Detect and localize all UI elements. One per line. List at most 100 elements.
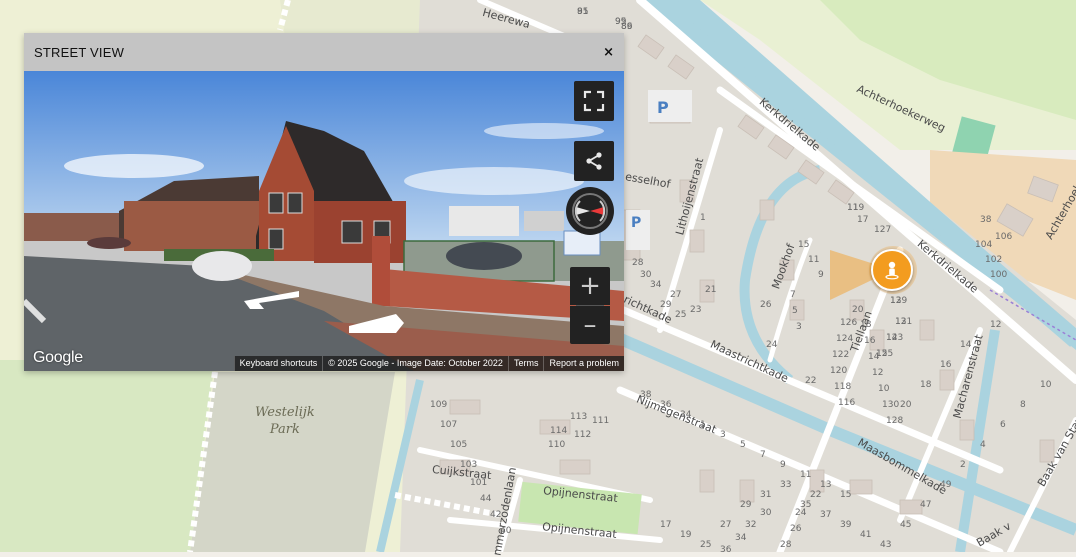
panel-title: STREET VIEW <box>34 44 125 60</box>
house-number: 3 <box>720 430 726 440</box>
house-number: 24 <box>795 508 807 518</box>
house-number: 1 <box>700 213 706 223</box>
house-number: 103 <box>460 460 478 470</box>
copyright-text: © 2025 Google - Image Date: October 2022 <box>322 356 508 371</box>
terms-link[interactable]: Terms <box>507 356 544 371</box>
house-number: 19 <box>680 530 692 540</box>
share-button[interactable] <box>574 141 614 181</box>
person-icon <box>885 261 899 280</box>
fullscreen-button[interactable] <box>574 81 614 121</box>
house-number: 7 <box>760 450 766 460</box>
house-number: 1 <box>700 420 706 430</box>
house-number: 130 <box>882 400 900 410</box>
house-number: 124 <box>836 334 854 344</box>
park-area <box>0 360 215 552</box>
house-number: 128 <box>886 416 904 426</box>
house-number: 5 <box>740 440 746 450</box>
house-number: 23 <box>690 305 702 315</box>
compass-icon <box>572 193 608 229</box>
parking-label-a: P <box>657 98 669 117</box>
house-number: 13 <box>895 317 907 327</box>
house-number: 106 <box>995 232 1013 242</box>
parked-car-dark <box>446 242 522 270</box>
row-houses <box>124 201 264 251</box>
cloud-1 <box>64 154 204 178</box>
house-window-2 <box>287 192 303 214</box>
house-number: 101 <box>470 478 488 488</box>
house-number: 44 <box>480 494 492 504</box>
house-number: 25 <box>675 310 687 320</box>
close-button[interactable]: × <box>603 45 614 60</box>
house-number: 9 <box>780 460 786 470</box>
house-number: 113 <box>570 412 588 422</box>
house-number: 107 <box>440 420 458 430</box>
white-car <box>192 251 252 281</box>
distant-houses <box>24 213 124 241</box>
house-number: 114 <box>550 426 568 436</box>
white-building <box>449 206 519 236</box>
house-number: 111 <box>592 416 610 426</box>
compass-control[interactable] <box>566 187 614 235</box>
house-number: 112 <box>574 430 592 440</box>
house-number: 7 <box>790 290 796 300</box>
house-number: 32 <box>745 520 757 530</box>
house-number: 28 <box>780 540 792 550</box>
house-number: 42 <box>490 510 502 520</box>
house-window-4 <box>341 220 363 244</box>
house-number: 31 <box>760 490 772 500</box>
house-number: 11 <box>800 470 812 480</box>
house-number: 15 <box>840 490 852 500</box>
house-number: 22 <box>810 490 822 500</box>
house-number: 109 <box>430 400 448 410</box>
house-number: 127 <box>874 225 892 235</box>
house-number: 27 <box>670 290 682 300</box>
zoom-in-label: + <box>579 271 601 301</box>
house-number: 37 <box>820 510 832 520</box>
house-number: 24 <box>766 340 778 350</box>
house-number: 16 <box>864 336 876 346</box>
house-number: 14 <box>886 333 898 343</box>
house-number: 5 <box>792 306 798 316</box>
house-number: 8 <box>1020 400 1026 410</box>
house-number: 39 <box>840 520 852 530</box>
house-number: 11 <box>847 203 859 213</box>
zoom-in-button[interactable]: + <box>570 267 610 305</box>
house-number: 3 <box>796 322 802 332</box>
house-number: 100 <box>990 270 1008 280</box>
house-window-1 <box>268 192 284 214</box>
house-number: 28 <box>632 258 644 268</box>
house-number: 34 <box>735 533 747 543</box>
zoom-out-button[interactable]: – <box>570 306 610 344</box>
house-number: 15 <box>876 349 888 359</box>
house-number: 17 <box>660 520 672 530</box>
house-number: 27 <box>720 520 732 530</box>
house-number: 20 <box>900 400 912 410</box>
pegman-marker[interactable] <box>871 249 913 291</box>
share-icon <box>586 152 602 170</box>
street-view-panel: STREET VIEW × + – Google Keyboard shortc… <box>24 33 624 371</box>
house-number: 18 <box>860 320 872 330</box>
park-label-westelijk: Westelijk Park <box>255 405 315 437</box>
house-number: 4 <box>980 440 986 450</box>
house-number: 10 <box>1040 380 1052 390</box>
house-number: 12 <box>990 320 1002 330</box>
house-number: 12 <box>890 296 902 306</box>
house-number: 21 <box>705 285 717 295</box>
house-number: 104 <box>975 240 993 250</box>
street-view-image[interactable]: + – Google Keyboard shortcuts © 2025 Goo… <box>24 71 624 371</box>
house-number: 26 <box>790 524 802 534</box>
keyboard-shortcuts-link[interactable]: Keyboard shortcuts <box>233 356 323 371</box>
house-number: 33 <box>780 480 792 490</box>
report-problem-link[interactable]: Report a problem <box>543 356 624 371</box>
house-number: 47 <box>920 500 932 510</box>
house-number: 13 <box>820 480 832 490</box>
parking-label-b: P <box>631 215 642 231</box>
house-number: 10 <box>878 384 890 394</box>
house-number: 18 <box>920 380 932 390</box>
house-number: 20 <box>852 305 864 315</box>
house-number: 41 <box>860 530 872 540</box>
panel-header: STREET VIEW × <box>24 33 624 71</box>
house-number: 45 <box>900 520 912 530</box>
brick-pillar <box>372 236 390 306</box>
house-number: 43 <box>880 540 892 550</box>
